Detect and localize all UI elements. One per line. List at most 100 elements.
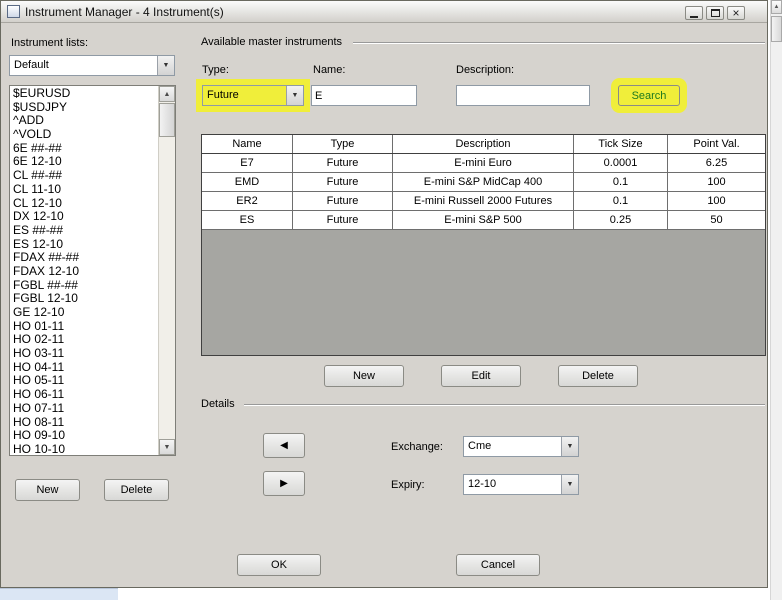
app-icon xyxy=(7,5,20,18)
table-cell: Future xyxy=(293,173,393,191)
chevron-down-icon[interactable]: ▼ xyxy=(157,56,174,75)
list-item[interactable]: HO 03-11 xyxy=(10,346,158,361)
chevron-down-icon[interactable]: ▼ xyxy=(561,437,578,456)
cancel-button[interactable]: Cancel xyxy=(456,554,540,576)
instrument-list-selected-value: Default xyxy=(14,59,49,71)
scroll-thumb[interactable] xyxy=(159,103,175,137)
table-row[interactable]: ER2 Future E-mini Russell 2000 Futures 0.1 1… xyxy=(202,192,765,211)
scroll-down-icon[interactable]: ▼ xyxy=(159,439,175,455)
search-button[interactable]: Search xyxy=(618,85,680,106)
list-item[interactable]: HO 09-10 xyxy=(10,428,158,443)
list-item[interactable]: CL 12-10 xyxy=(10,196,158,211)
column-header[interactable]: Name xyxy=(202,135,293,153)
table-row[interactable]: ES Future E-mini S&P 500 0.25 50 xyxy=(202,211,765,230)
instrument-list-selector[interactable]: Default ▼ xyxy=(9,55,175,76)
type-selected-value: Future xyxy=(203,86,286,105)
column-header[interactable]: Description xyxy=(393,135,574,153)
table-cell: 50 xyxy=(710,214,723,226)
list-item[interactable]: ES 12-10 xyxy=(10,237,158,252)
instrument-list: $EURUSD $USDJPY ^ADD ^VOLD 6E ##-## 6E 12-10 C… xyxy=(10,86,158,455)
list-item[interactable]: HO 07-11 xyxy=(10,401,158,416)
table-cell: 100 xyxy=(707,195,726,207)
table-cell: Future xyxy=(293,192,393,210)
list-item[interactable]: ES ##-## xyxy=(10,223,158,238)
exchange-selector[interactable]: Cme ▼ xyxy=(463,436,579,457)
list-item[interactable]: CL 11-10 xyxy=(10,182,158,197)
ok-button[interactable]: OK xyxy=(237,554,321,576)
minimize-icon xyxy=(690,15,698,18)
page-scroll-thumb[interactable] xyxy=(771,16,782,42)
list-item[interactable]: $EURUSD xyxy=(10,86,158,101)
column-header[interactable]: Point Val. xyxy=(668,135,765,153)
chevron-down-icon[interactable]: ▼ xyxy=(286,86,303,105)
exchange-label: Exchange: xyxy=(391,441,443,453)
list-item[interactable]: HO 01-11 xyxy=(10,319,158,334)
column-header[interactable]: Tick Size xyxy=(574,135,668,153)
master-edit-button[interactable]: Edit xyxy=(441,365,521,387)
scroll-up-icon[interactable]: ▲ xyxy=(159,86,175,102)
list-item[interactable]: HO 06-11 xyxy=(10,387,158,402)
list-item[interactable]: FGBL ##-## xyxy=(10,278,158,293)
list-item[interactable]: 6E ##-## xyxy=(10,141,158,156)
expiry-selector[interactable]: 12-10 ▼ xyxy=(463,474,579,495)
list-item[interactable]: GE 12-10 xyxy=(10,305,158,320)
instrument-listbox[interactable]: $EURUSD $USDJPY ^ADD ^VOLD 6E ##-## 6E 12-10 C… xyxy=(9,85,176,456)
list-item[interactable]: DX 12-10 xyxy=(10,209,158,224)
right-arrow-icon: ▶ xyxy=(280,478,288,489)
table-cell: 6.25 xyxy=(705,157,728,169)
list-item[interactable]: FDAX 12-10 xyxy=(10,264,158,279)
maximize-icon xyxy=(710,9,720,17)
move-right-button[interactable]: ▶ xyxy=(263,471,305,496)
page-scroll-up-icon[interactable]: ▲ xyxy=(771,0,782,14)
list-new-button[interactable]: New xyxy=(15,479,80,501)
master-section-title: Available master instruments xyxy=(201,36,343,48)
list-item[interactable]: ^VOLD xyxy=(10,127,158,142)
list-item[interactable]: ^ADD xyxy=(10,114,158,128)
type-selector[interactable]: Future ▼ xyxy=(202,85,304,106)
list-item[interactable]: HO 10-10 xyxy=(10,442,158,455)
name-input[interactable] xyxy=(311,85,417,106)
maximize-button[interactable] xyxy=(706,6,724,20)
table-cell: ER2 xyxy=(202,192,293,210)
instruments-table[interactable]: Name Type Description Tick Size Point Val. E… xyxy=(201,134,766,356)
expiry-label: Expiry: xyxy=(391,479,425,491)
table-cell: E-mini Russell 2000 Futures xyxy=(393,192,574,210)
master-section-divider xyxy=(353,42,765,44)
list-scrollbar[interactable]: ▲ ▼ xyxy=(158,86,175,455)
list-item[interactable]: HO 08-11 xyxy=(10,415,158,430)
close-button[interactable]: × xyxy=(727,6,745,20)
description-input[interactable] xyxy=(456,85,590,106)
instrument-lists-label: Instrument lists: xyxy=(11,37,89,49)
list-item[interactable]: HO 05-11 xyxy=(10,374,158,388)
expiry-selected-value: 12-10 xyxy=(468,478,497,490)
table-cell: 0.1 xyxy=(574,173,668,191)
description-label: Description: xyxy=(456,64,515,76)
list-item[interactable]: FDAX ##-## xyxy=(10,251,158,265)
list-item[interactable]: CL ##-## xyxy=(10,168,158,183)
move-left-button[interactable]: ◀ xyxy=(263,433,305,458)
title-bar[interactable]: Instrument Manager - 4 Instrument(s) xyxy=(1,1,767,23)
list-item[interactable]: FGBL 12-10 xyxy=(10,292,158,306)
list-delete-button[interactable]: Delete xyxy=(104,479,169,501)
table-body: E7 Future E-mini Euro 0.0001 6.25 EMD Future E-… xyxy=(202,154,765,230)
list-item[interactable]: 6E 12-10 xyxy=(10,155,158,169)
table-row[interactable]: EMD Future E-mini S&P MidCap 400 0.1 100 xyxy=(202,173,765,192)
background-window-fragment xyxy=(0,588,118,600)
minimize-button[interactable] xyxy=(685,6,703,20)
table-cell: 0.1 xyxy=(574,192,668,210)
list-item[interactable]: $USDJPY xyxy=(10,100,158,115)
master-new-button[interactable]: New xyxy=(324,365,404,387)
table-row[interactable]: E7 Future E-mini Euro 0.0001 6.25 xyxy=(202,154,765,173)
chevron-down-icon[interactable]: ▼ xyxy=(561,475,578,494)
page-scrollbar[interactable]: ▲ xyxy=(770,0,782,600)
master-delete-button[interactable]: Delete xyxy=(558,365,638,387)
list-item[interactable]: HO 02-11 xyxy=(10,333,158,347)
table-cell: E7 xyxy=(202,154,293,172)
instrument-manager-dialog: Instrument Manager - 4 Instrument(s) × I… xyxy=(0,0,768,588)
list-item[interactable]: HO 04-11 xyxy=(10,360,158,375)
left-arrow-icon: ◀ xyxy=(280,440,288,451)
table-cell: 0.25 xyxy=(574,211,668,229)
column-header[interactable]: Type xyxy=(293,135,393,153)
table-cell: 100 xyxy=(707,176,726,188)
table-cell: E-mini S&P 500 xyxy=(393,211,574,229)
